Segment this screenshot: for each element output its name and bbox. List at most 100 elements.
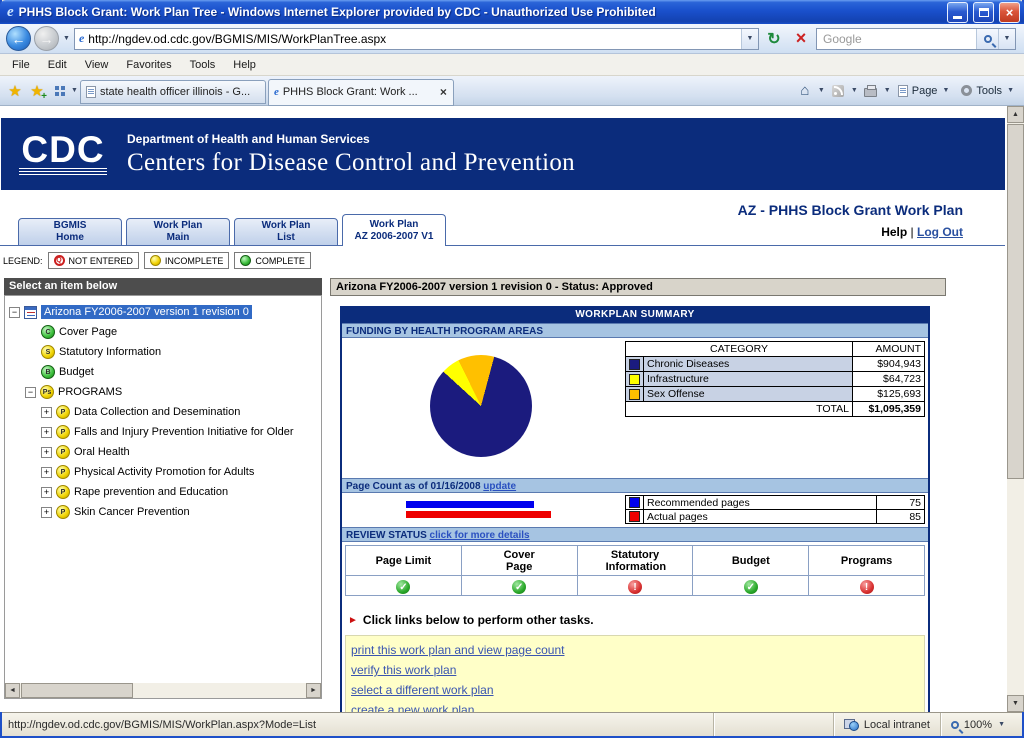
ie-tab-favicon-icon: e: [274, 86, 279, 98]
zoom-icon: [951, 721, 959, 729]
other-tasks-title: ► Click links below to perform other tas…: [348, 613, 928, 627]
page-menu-button[interactable]: Page▼: [893, 82, 956, 100]
print-button[interactable]: [860, 79, 882, 103]
menu-help[interactable]: Help: [224, 57, 265, 73]
close-button[interactable]: ×: [999, 2, 1020, 23]
scrollbar-thumb[interactable]: [21, 683, 133, 698]
tree-root-label[interactable]: Arizona FY2006-2007 version 1 revision 0: [41, 305, 252, 319]
search-icon[interactable]: [976, 29, 998, 49]
table-row: Chronic Diseases $904,943: [626, 357, 925, 372]
history-dropdown-icon[interactable]: ▼: [62, 35, 71, 42]
legend-complete: COMPLETE: [234, 252, 311, 269]
feeds-button[interactable]: [827, 79, 849, 103]
zoom-control[interactable]: 100% ▼: [940, 713, 1016, 736]
collapse-icon[interactable]: −: [25, 387, 36, 398]
expand-icon[interactable]: +: [41, 427, 52, 438]
address-bar[interactable]: e ▼: [74, 28, 759, 50]
verify-workplan-link[interactable]: verify this work plan: [351, 663, 456, 677]
tree-item-data-collection[interactable]: + P Data Collection and Desemination: [5, 402, 321, 422]
minimize-button[interactable]: [947, 2, 968, 23]
address-dropdown-icon[interactable]: ▼: [741, 29, 758, 49]
tab-label: PHHS Block Grant: Work ...: [283, 86, 435, 98]
address-input[interactable]: [88, 32, 741, 46]
tree-item-rape-prevention[interactable]: + P Rape prevention and Education: [5, 482, 321, 502]
select-workplan-link[interactable]: select a different work plan: [351, 683, 494, 697]
search-box[interactable]: ▼: [816, 28, 1016, 50]
menu-favorites[interactable]: Favorites: [117, 57, 180, 73]
tree-item-oral-health[interactable]: + P Oral Health: [5, 442, 321, 462]
collapse-icon[interactable]: −: [9, 307, 20, 318]
update-link[interactable]: update: [483, 481, 516, 492]
scroll-down-icon[interactable]: ▼: [1007, 695, 1024, 712]
print-workplan-link[interactable]: print this work plan and view page count: [351, 643, 564, 657]
tree-item-falls-injury[interactable]: + P Falls and Injury Prevention Initiati…: [5, 422, 321, 442]
tree-item-skin-cancer[interactable]: + P Skin Cancer Prevention: [5, 502, 321, 522]
page-count-section: Recommended pages 75 Actual pages 85: [342, 493, 928, 527]
workplan-doc-icon: [24, 306, 37, 319]
tab-workplan-main[interactable]: Work PlanMain: [126, 218, 230, 246]
menu-view[interactable]: View: [76, 57, 118, 73]
status-spacer-panel: [713, 713, 833, 736]
actual-pages-bar: [406, 511, 551, 518]
print-dropdown-icon[interactable]: ▼: [883, 87, 892, 94]
check-icon: ✓: [744, 580, 758, 594]
status-badge-icon: P: [56, 405, 70, 419]
tree-item-programs[interactable]: − Ps PROGRAMS: [5, 382, 321, 402]
window-titlebar[interactable]: e PHHS Block Grant: Work Plan Tree - Win…: [0, 0, 1024, 24]
tree-item-cover-page[interactable]: C Cover Page: [5, 322, 321, 342]
tab-workplan-list[interactable]: Work PlanList: [234, 218, 338, 246]
tools-menu-button[interactable]: Tools▼: [956, 82, 1020, 100]
banner-organization: Centers for Disease Control and Preventi…: [127, 149, 575, 177]
expand-icon[interactable]: +: [41, 447, 52, 458]
status-badge-icon: C: [41, 325, 55, 339]
home-button[interactable]: ⌂: [794, 79, 816, 103]
home-dropdown-icon[interactable]: ▼: [817, 87, 826, 94]
scroll-right-icon[interactable]: ►: [306, 683, 321, 698]
recommended-pages-swatch: [629, 497, 640, 508]
menu-edit[interactable]: Edit: [39, 57, 76, 73]
back-button[interactable]: ←: [6, 26, 31, 51]
scroll-up-icon[interactable]: ▲: [1007, 106, 1024, 123]
browser-tab-active[interactable]: e PHHS Block Grant: Work ... ×: [268, 79, 454, 106]
maximize-button[interactable]: [973, 2, 994, 23]
tab-workplan-az-active[interactable]: Work PlanAZ 2006-2007 V1: [342, 214, 446, 246]
feeds-dropdown-icon[interactable]: ▼: [850, 87, 859, 94]
zoom-dropdown-icon[interactable]: ▼: [997, 721, 1006, 728]
search-dropdown-icon[interactable]: ▼: [998, 29, 1015, 49]
stop-button[interactable]: ×: [789, 27, 813, 51]
tab-bgmis-home[interactable]: BGMISHome: [18, 218, 122, 246]
favorites-center-button[interactable]: ★: [4, 79, 26, 103]
tab-close-icon[interactable]: ×: [439, 85, 448, 99]
logout-link[interactable]: Log Out: [917, 225, 963, 239]
table-row: Infrastructure $64,723: [626, 372, 925, 387]
status-badge-icon: B: [41, 365, 55, 379]
expand-icon[interactable]: +: [41, 467, 52, 478]
tree-item-physical-activity[interactable]: + P Physical Activity Promotion for Adul…: [5, 462, 321, 482]
refresh-button[interactable]: ↻: [762, 27, 786, 51]
tree-horizontal-scrollbar[interactable]: ◄ ►: [5, 683, 321, 698]
expand-icon[interactable]: +: [41, 507, 52, 518]
help-link[interactable]: Help: [881, 225, 907, 239]
cdc-logo-lines: [19, 168, 107, 177]
menu-file[interactable]: File: [3, 57, 39, 73]
review-details-link[interactable]: click for more details: [430, 530, 530, 541]
tree-root-row[interactable]: − Arizona FY2006-2007 version 1 revision…: [5, 302, 321, 322]
scroll-left-icon[interactable]: ◄: [5, 683, 20, 698]
quick-tabs-button[interactable]: [48, 79, 70, 103]
tab-list-dropdown-icon[interactable]: ▼: [70, 87, 79, 94]
expand-icon[interactable]: +: [41, 487, 52, 498]
status-badge-icon: Ps: [40, 385, 54, 399]
expand-icon[interactable]: +: [41, 407, 52, 418]
page-vertical-scrollbar[interactable]: ▲ ▼: [1007, 106, 1024, 712]
create-workplan-link[interactable]: create a new work plan: [351, 703, 474, 712]
workplan-summary-box: WORKPLAN SUMMARY FUNDING BY HEALTH PROGR…: [340, 306, 930, 712]
add-favorite-button[interactable]: ★+: [26, 79, 48, 103]
menu-tools[interactable]: Tools: [181, 57, 225, 73]
scrollbar-thumb[interactable]: [1007, 124, 1024, 479]
security-zone-panel: Local intranet: [833, 713, 940, 736]
browser-tab-inactive[interactable]: state health officer illinois - G...: [80, 80, 266, 104]
tree-item-statutory-information[interactable]: S Statutory Information: [5, 342, 321, 362]
search-input[interactable]: [823, 32, 976, 46]
tree-item-budget[interactable]: B Budget: [5, 362, 321, 382]
forward-button[interactable]: →: [34, 26, 59, 51]
